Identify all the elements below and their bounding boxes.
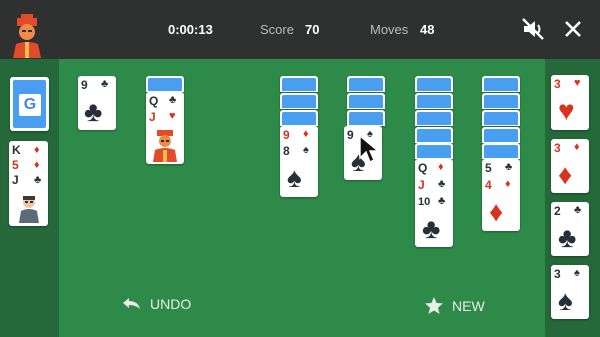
score-value: 70 xyxy=(305,22,320,37)
avatar xyxy=(11,12,43,58)
club-icon: ♣ xyxy=(422,213,441,244)
spade-icon: ♠ xyxy=(303,144,309,156)
club-icon: ♣ xyxy=(101,78,109,90)
face-down-card xyxy=(482,143,520,159)
card-rank: 9 xyxy=(347,128,354,142)
waste-pile[interactable]: K ♦ 5 ♦ J ♣ xyxy=(9,141,48,226)
new-label: NEW xyxy=(452,298,485,314)
tableau-card-10-clubs[interactable]: Q ♦ J ♣ 10 ♣ ♣ xyxy=(415,159,453,247)
foundation-hearts[interactable]: 3 ♥ ♥ xyxy=(551,75,589,130)
club-icon: ♣ xyxy=(505,161,513,173)
google-logo-icon: G xyxy=(19,94,41,116)
close-icon[interactable] xyxy=(560,16,586,42)
club-icon: ♣ xyxy=(84,96,103,127)
score-label: Score xyxy=(260,22,294,37)
face-down-card xyxy=(347,93,385,109)
mute-icon[interactable] xyxy=(520,16,546,42)
club-icon: ♣ xyxy=(169,94,177,106)
diamond-icon: ♦ xyxy=(303,128,309,140)
jack-face-icon xyxy=(18,193,40,223)
spade-icon: ♠ xyxy=(574,267,580,279)
diamond-icon: ♦ xyxy=(34,159,40,171)
diamond-icon: ♦ xyxy=(489,196,504,227)
face-down-card xyxy=(280,76,318,92)
mouse-cursor-icon xyxy=(358,134,380,164)
diamond-icon: ♦ xyxy=(574,141,580,153)
face-down-card xyxy=(415,93,453,109)
heart-icon: ♥ xyxy=(169,110,176,122)
heart-icon: ♥ xyxy=(574,77,581,89)
moves-label: Moves xyxy=(370,22,409,37)
undo-icon xyxy=(120,296,142,312)
waste-card-king: K ♦ 5 ♦ J ♣ xyxy=(9,141,48,226)
card-rank: 2 xyxy=(554,204,561,218)
face-down-card xyxy=(347,110,385,126)
card-rank: 3 xyxy=(554,141,561,155)
card-rank: K xyxy=(12,143,21,157)
card-rank: 9 xyxy=(81,78,88,92)
face-down-card xyxy=(280,93,318,109)
club-icon: ♣ xyxy=(438,178,446,190)
undo-button[interactable]: UNDO xyxy=(120,296,191,312)
diamond-icon: ♦ xyxy=(558,159,573,190)
foundation-spades[interactable]: 3 ♠ ♠ xyxy=(551,265,589,319)
card-rank: J xyxy=(418,178,425,192)
card-rank: Q xyxy=(418,161,428,175)
new-game-button[interactable]: NEW xyxy=(424,296,485,316)
club-icon: ♣ xyxy=(438,195,446,207)
diamond-icon: ♦ xyxy=(505,178,511,190)
top-bar: 0:00:13 Score 70 Moves 48 xyxy=(0,0,600,59)
diamond-icon: ♦ xyxy=(438,161,444,173)
face-down-card xyxy=(347,76,385,92)
undo-label: UNDO xyxy=(150,296,192,312)
foundation-clubs[interactable]: 2 ♣ ♣ xyxy=(551,202,589,256)
card-rank: 8 xyxy=(283,144,290,158)
tableau-card-4-diamonds[interactable]: 5 ♣ 4 ♦ ♦ xyxy=(482,159,520,231)
face-down-card xyxy=(482,110,520,126)
face-down-card xyxy=(482,76,520,92)
timer-value: 0:00:13 xyxy=(168,22,213,37)
card-rank: 5 xyxy=(12,158,19,172)
star-icon xyxy=(424,296,444,316)
club-icon: ♣ xyxy=(558,222,577,253)
face-down-card xyxy=(482,127,520,143)
card-rank: J xyxy=(149,110,156,124)
card-rank: 5 xyxy=(485,161,492,175)
face-down-card xyxy=(280,110,318,126)
tableau-card-8-spades[interactable]: 9 ♦ 8 ♠ ♠ xyxy=(280,126,318,197)
foundation-diamonds[interactable]: 3 ♦ ♦ xyxy=(551,139,589,193)
spade-icon: ♠ xyxy=(558,285,573,316)
jack-face-icon xyxy=(151,128,179,162)
card-rank: 4 xyxy=(485,178,492,192)
face-down-card xyxy=(146,76,184,92)
moves-value: 48 xyxy=(420,22,435,37)
tableau-card-9-clubs[interactable]: 9 ♣ ♣ xyxy=(78,76,116,130)
face-down-card xyxy=(482,93,520,109)
face-down-card xyxy=(415,76,453,92)
stock-pile[interactable]: G xyxy=(10,77,49,131)
tableau-card-jack-hearts[interactable]: Q ♣ J ♥ xyxy=(146,92,184,164)
spade-icon: ♠ xyxy=(287,162,302,193)
face-down-card xyxy=(415,110,453,126)
card-rank: 9 xyxy=(283,128,290,142)
club-icon: ♣ xyxy=(574,204,582,216)
card-rank: 3 xyxy=(554,267,561,281)
card-rank: 10 xyxy=(418,196,431,208)
club-icon: ♣ xyxy=(34,174,42,186)
card-rank: J xyxy=(12,173,19,187)
card-rank: 3 xyxy=(554,77,561,91)
card-rank: Q xyxy=(149,94,159,108)
diamond-icon: ♦ xyxy=(34,144,40,156)
face-down-card xyxy=(415,127,453,143)
heart-icon: ♥ xyxy=(558,95,575,126)
face-down-card xyxy=(415,143,453,159)
